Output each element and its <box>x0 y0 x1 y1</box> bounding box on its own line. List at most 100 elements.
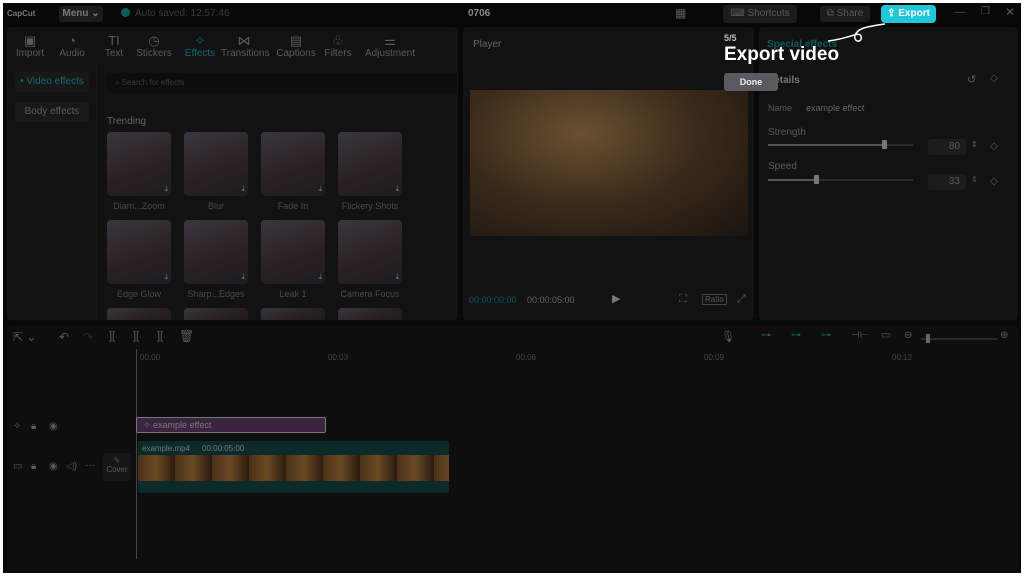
speed-slider[interactable] <box>768 175 913 184</box>
download-icon[interactable]: ⤓ <box>318 184 322 194</box>
keyframe-icon[interactable]: ◇ <box>990 141 998 152</box>
keyframe-icon[interactable]: ◇ <box>990 73 998 84</box>
effect-thumbnail[interactable] <box>261 308 325 320</box>
tab-transitions[interactable]: ⋈ Transitions <box>221 33 270 59</box>
split-right-icon[interactable]: ][ <box>157 330 163 342</box>
effect-thumbnail[interactable] <box>338 308 402 320</box>
effect-clip-icon: ✧ <box>143 420 154 430</box>
audio-icon: ◔ <box>68 33 76 48</box>
keyboard-icon: ⌨ <box>730 8 748 19</box>
fullscreen-icon[interactable]: ⤢ <box>737 293 746 306</box>
effect-thumbnail[interactable] <box>184 308 248 320</box>
speed-input[interactable]: 33 <box>928 174 966 190</box>
keyframe-icon[interactable]: ◇ <box>990 176 998 187</box>
video-clip[interactable]: example.mp4 00:00:05:00 <box>138 441 449 493</box>
share-label: Share <box>836 8 864 19</box>
close-icon[interactable]: ✕ <box>1005 5 1015 19</box>
project-title: 0706 <box>468 8 491 19</box>
eye-icon[interactable]: ◉ <box>49 421 58 432</box>
share-icon: ⧉ <box>826 8 837 19</box>
effect-thumbnail[interactable]: ⤓ <box>184 132 248 196</box>
sidebar-item-video-effects[interactable]: • Video effects <box>15 72 89 92</box>
effect-thumbnail[interactable]: ⤓ <box>107 132 171 196</box>
strength-slider[interactable] <box>768 140 913 149</box>
current-time: 00:00:00:00 <box>469 295 517 305</box>
lock-icon[interactable]: 🔒︎ <box>31 421 36 432</box>
more-icon[interactable]: ··· <box>85 460 95 471</box>
tab-label: Stickers <box>136 48 172 59</box>
effect-label: Diam...Zoom <box>113 201 165 211</box>
effect-thumbnail[interactable]: ⤓ <box>261 132 325 196</box>
effect-thumbnail[interactable]: ⤓ <box>338 220 402 284</box>
tab-effects[interactable]: ✧ Effects <box>177 33 223 59</box>
done-button[interactable]: Done <box>724 73 778 91</box>
download-icon[interactable]: ⤓ <box>164 272 168 282</box>
search-input[interactable]: ⌕ Search for effects <box>107 73 457 93</box>
menu-button[interactable]: Menu ⌄ <box>59 6 103 22</box>
audio-icon[interactable]: ◁) <box>66 461 77 472</box>
download-icon[interactable]: ⤓ <box>395 272 399 282</box>
preview-icon[interactable]: ▭ <box>881 330 890 341</box>
cover-label: Cover <box>106 465 128 474</box>
split-left-icon[interactable]: ][ <box>133 330 139 342</box>
split-icon[interactable]: ][ <box>109 330 115 342</box>
minimize-icon[interactable]: — <box>955 7 965 18</box>
effect-label: Edge Glow <box>116 289 162 299</box>
strength-input[interactable]: 80 <box>928 139 966 155</box>
select-tool-icon[interactable]: ⇱ ⌄ <box>13 330 36 344</box>
effect-thumbnail[interactable]: ⤓ <box>338 132 402 196</box>
stepper-icon[interactable]: ⇕ <box>971 175 978 184</box>
captions-icon: ▤ <box>289 33 303 48</box>
playhead[interactable] <box>136 349 137 559</box>
tab-audio[interactable]: ◔ Audio <box>49 33 95 59</box>
download-icon[interactable]: ⤓ <box>241 184 245 194</box>
delete-icon[interactable]: 🗑 <box>179 329 194 343</box>
capcut-logo: CapCut <box>7 9 36 18</box>
tab-filters[interactable]: ♧ Filters <box>315 33 361 59</box>
reset-icon[interactable]: ↺ <box>967 73 976 86</box>
zoom-slider[interactable] <box>921 334 997 343</box>
sidebar-item-body-effects[interactable]: Body effects <box>15 102 89 122</box>
video-clip-name: example.mp4 <box>142 444 191 453</box>
split-scene-icon[interactable]: ⊣⊢ <box>851 330 868 341</box>
download-icon[interactable]: ⤓ <box>241 272 245 282</box>
undo-icon[interactable]: ↶ <box>59 330 69 344</box>
download-icon[interactable]: ⤓ <box>395 184 399 194</box>
stepper-icon[interactable]: ⇕ <box>971 140 978 149</box>
edit-icon: ✎ <box>113 456 121 465</box>
zoom-out-icon[interactable]: ⊖ <box>904 330 912 341</box>
name-value: example effect <box>806 103 865 113</box>
magnet-icon[interactable]: ⊶ <box>791 330 801 341</box>
video-thumbnails <box>138 455 449 481</box>
effect-thumbnail[interactable]: ⤓ <box>261 220 325 284</box>
layout-icon[interactable]: ▦ <box>675 6 686 20</box>
play-icon[interactable]: ▶ <box>612 292 620 305</box>
cover-button[interactable]: ✎ Cover <box>103 453 131 481</box>
lock-icon[interactable]: 🔒︎ <box>31 461 36 472</box>
redo-icon[interactable]: ↷ <box>83 330 93 344</box>
effect-thumbnail[interactable]: ⤓ <box>184 220 248 284</box>
tab-adjustment[interactable]: ⚌ Adjustment <box>361 33 419 59</box>
eye-icon[interactable]: ◉ <box>49 461 58 472</box>
effect-thumbnail[interactable]: ⤓ <box>107 220 171 284</box>
snap-icon[interactable]: ⊶ <box>821 330 831 341</box>
download-icon[interactable]: ⤓ <box>318 272 322 282</box>
shortcuts-button[interactable]: ⌨ Shortcuts <box>723 5 797 23</box>
fit-icon[interactable]: ⛶ <box>679 293 687 306</box>
effect-thumbnail[interactable] <box>107 308 171 320</box>
tab-stickers[interactable]: ◷ Stickers <box>131 33 177 59</box>
import-icon: ▣ <box>23 33 37 48</box>
tab-import[interactable]: ▣ Import <box>7 33 53 59</box>
zoom-in-icon[interactable]: ⊕ <box>1000 330 1008 341</box>
tab-captions[interactable]: ▤ Captions <box>273 33 319 59</box>
share-button[interactable]: ⧉ Share <box>820 6 870 22</box>
restore-icon[interactable]: ❐ <box>981 6 990 17</box>
tab-label: Transitions <box>221 48 270 59</box>
name-label: Name <box>768 103 793 113</box>
microphone-icon[interactable]: 🎙 <box>721 330 735 343</box>
ratio-button[interactable]: Ratio <box>702 294 727 305</box>
download-icon[interactable]: ⤓ <box>164 184 168 194</box>
trending-heading: Trending <box>107 116 147 127</box>
effect-clip[interactable]: ✧ example effect <box>136 417 326 433</box>
link-icon[interactable]: ⊶ <box>761 330 771 341</box>
